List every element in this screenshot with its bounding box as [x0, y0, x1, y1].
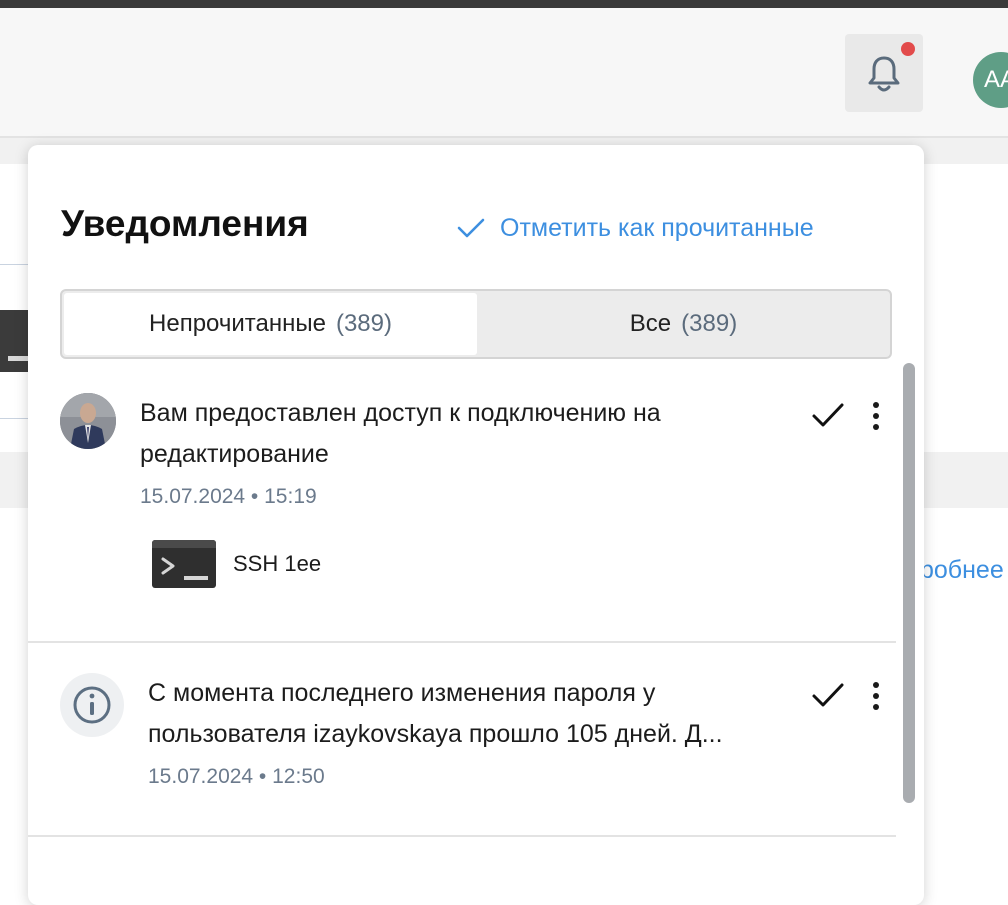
dot [873, 402, 879, 408]
dot [873, 682, 879, 688]
user-photo-icon [60, 393, 116, 449]
notification-tabs: Непрочитанные (389) Все (389) [60, 289, 892, 359]
info-icon [73, 686, 111, 724]
bell-icon [868, 56, 900, 92]
connection-link[interactable]: SSH 1ee [152, 539, 321, 589]
user-avatar-button[interactable]: AA [973, 52, 1008, 108]
tab-count: (389) [681, 310, 738, 337]
notification-timestamp: 15.07.2024 • 12:50 [148, 765, 325, 788]
tab-count: (389) [335, 310, 392, 337]
dot [873, 704, 879, 710]
more-options-button[interactable] [860, 679, 892, 713]
background-details-link[interactable]: робнее [920, 556, 1004, 585]
terminal-icon [152, 540, 216, 588]
background-terminal-icon [0, 310, 28, 372]
avatar [60, 673, 124, 737]
background-divider [0, 418, 30, 419]
window-top-border [0, 0, 1008, 8]
dot [873, 424, 879, 430]
unread-indicator-dot [901, 42, 915, 56]
connection-name: SSH 1ee [233, 551, 322, 576]
scrollbar[interactable] [903, 363, 915, 803]
background-divider [0, 264, 30, 265]
check-icon [812, 403, 844, 427]
dot [873, 413, 879, 419]
notifications-panel: Уведомления Отметить как прочитанные Неп… [28, 145, 924, 905]
tab-label: Непрочитанные [149, 310, 326, 337]
notification-message: Вам предоставлен доступ к подключению на… [140, 399, 661, 468]
mark-read-button[interactable] [810, 679, 846, 713]
check-icon [812, 683, 844, 707]
notification-item[interactable]: Вам предоставлен доступ к подключению на… [28, 363, 896, 643]
app-header: AA [0, 8, 1008, 138]
tab-label: Все [629, 310, 672, 337]
notifications-list: Вам предоставлен доступ к подключению на… [28, 363, 896, 905]
more-options-button[interactable] [860, 399, 892, 433]
dot [873, 693, 879, 699]
notifications-button[interactable] [845, 34, 923, 112]
panel-title: Уведомления [61, 203, 309, 244]
check-icon [457, 218, 485, 238]
mark-read-button[interactable] [810, 399, 846, 433]
notification-timestamp: 15.07.2024 • 15:19 [140, 485, 317, 508]
notification-item[interactable]: С момента последнего изменения пароля у … [28, 643, 896, 837]
tab-unread[interactable]: Непрочитанные (389) [64, 293, 477, 355]
mark-all-read-label: Отметить как прочитанные [500, 213, 814, 242]
tab-all[interactable]: Все (389) [477, 291, 890, 357]
avatar [60, 393, 116, 449]
notification-message: С момента последнего изменения пароля у … [148, 679, 723, 748]
mark-all-read-button[interactable]: Отметить как прочитанные [456, 213, 814, 243]
